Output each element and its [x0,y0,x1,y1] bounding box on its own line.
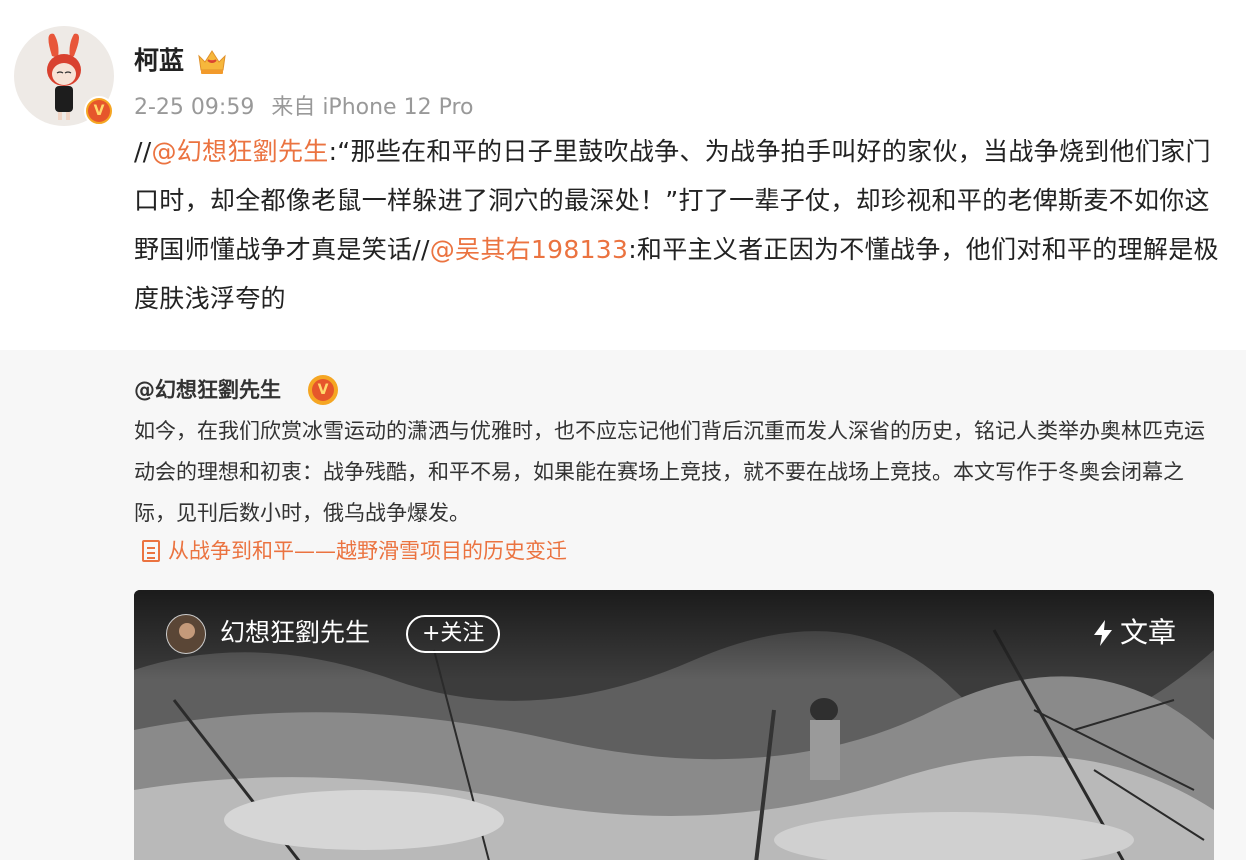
follow-button[interactable]: +关注 [406,615,501,653]
post-timestamp[interactable]: 2-25 09:59 [134,95,254,120]
post-source: 来自 iPhone 12 Pro [271,95,474,120]
card-type-text: 文章 [1120,616,1177,649]
article-link[interactable]: 从战争到和平——越野滑雪项目的历史变迁 [142,536,567,566]
card-author-avatar[interactable] [166,614,206,654]
article-card[interactable]: 幻想狂劉先生 +关注 文章 [134,590,1214,860]
post-username[interactable]: 柯蓝 [134,44,184,78]
mention-link[interactable]: @吴其右198133 [430,235,628,264]
lightning-icon [1094,620,1112,646]
weibo-post: V 柯蓝 2-25 09:59 来自 iPhone 12 Pro //@幻想狂劉… [0,0,1246,350]
article-link-label: 从战争到和平——越野滑雪项目的历史变迁 [168,539,567,563]
post-body-text: //@幻想狂劉先生:“那些在和平的日子里鼓吹战争、为战争拍手叫好的家伙，当战争烧… [134,127,1224,323]
card-author-name[interactable]: 幻想狂劉先生 [220,615,370,651]
reposted-content: @幻想狂劉先生 V 如今，在我们欣赏冰雪运动的潇洒与优雅时，也不应忘记他们背后沉… [0,350,1246,860]
verified-badge-icon: V [308,375,338,405]
repost-author[interactable]: @幻想狂劉先生 [134,374,281,406]
verified-badge-icon: V [84,96,114,126]
mention-link[interactable]: @幻想狂劉先生 [151,137,328,166]
document-icon [142,540,160,562]
repost-body-text: 如今，在我们欣赏冰雪运动的潇洒与优雅时，也不应忘记他们背后沉重而发人深省的历史，… [134,419,1205,525]
card-type-label: 文章 [1092,614,1176,652]
vip-crown-icon[interactable] [196,46,228,76]
repost-separator: // [134,137,152,166]
user-avatar[interactable]: V [14,26,114,126]
post-meta: 2-25 09:59 来自 iPhone 12 Pro [134,93,473,123]
